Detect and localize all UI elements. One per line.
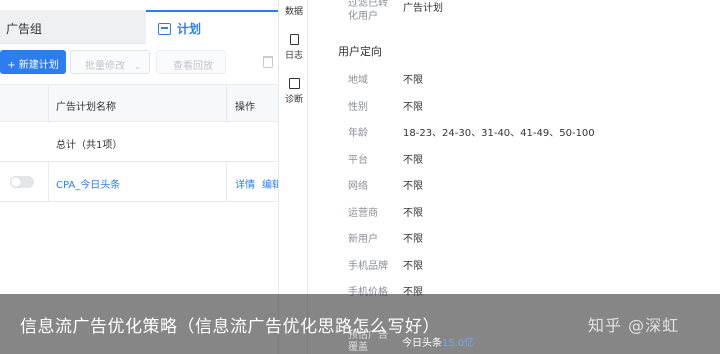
strip-item-log[interactable]: 日志 — [279, 34, 309, 61]
field-value: 不限 — [403, 208, 423, 219]
estimate-value-prefix: 今日头条 — [402, 338, 442, 349]
view-report-label: 查看回放 — [173, 61, 213, 72]
field-value: 不限 — [403, 102, 423, 113]
field-label: 网络 — [348, 181, 368, 192]
tab-bar: 广告组 计划 — [0, 10, 278, 44]
plan-status-toggle[interactable] — [10, 176, 34, 188]
field-value: 不限 — [403, 75, 423, 86]
field-value: 不限 — [403, 155, 423, 166]
article-title: 信息流广告优化策略（信息流广告优化思路怎么写好） — [20, 317, 440, 337]
strip-data-label: 数据 — [284, 7, 303, 17]
header-action: 操作 — [235, 102, 255, 113]
chart-icon — [288, 78, 300, 89]
book-icon — [289, 34, 299, 45]
tab-ad-group[interactable]: 广告组 — [0, 10, 146, 44]
estimate-value-num: 15.0亿 — [442, 338, 475, 349]
view-report-button[interactable]: 查看回放 — [156, 50, 226, 74]
field-label: 性别 — [348, 102, 368, 113]
detail-link[interactable]: 详情 — [235, 176, 255, 191]
strip-log-label: 日志 — [284, 51, 303, 61]
field-value: 不限 — [403, 261, 423, 272]
tab-ad-group-label: 广告组 — [6, 22, 43, 36]
strip-item-data[interactable]: 数据 — [279, 4, 309, 17]
section-title-targeting: 用户定向 — [338, 45, 382, 58]
filter-label: 过滤已转 化用户 — [348, 0, 388, 23]
field-label: 运营商 — [348, 208, 378, 219]
chevron-down-icon: ⌄ — [134, 62, 141, 71]
filter-label-line2: 化用户 — [348, 11, 378, 22]
field-label: 手机品牌 — [348, 261, 388, 272]
table-header: 广告计划名称 操作 — [0, 84, 278, 123]
table-row[interactable]: CPA_今日头条 详情 编辑 — [0, 162, 282, 202]
estimate-label-line2: 覆盖 — [348, 342, 368, 353]
table-row-total: 总计（共1项） — [0, 122, 278, 162]
field-value: 18-23、24-30、31-40、41-49、50-100 — [403, 128, 595, 139]
field-value: 不限 — [403, 181, 423, 192]
filter-label-line1: 过滤已转 — [348, 0, 388, 9]
field-label: 新用户 — [348, 234, 378, 245]
batch-edit-label: 批量修改 — [85, 61, 125, 72]
filter-value: 广告计划 — [403, 3, 443, 14]
column-divider — [48, 162, 49, 202]
field-label: 年龄 — [348, 128, 368, 139]
new-plan-button-label: + 新建计划 — [7, 60, 59, 71]
new-plan-button[interactable]: + 新建计划 — [0, 50, 66, 74]
column-divider — [226, 85, 227, 123]
plan-name-link[interactable]: CPA_今日头条 — [56, 176, 120, 191]
watermark-brand: 知乎 @深虹 — [588, 316, 680, 335]
batch-edit-button[interactable]: 批量修改 ⌄ — [70, 50, 150, 74]
column-divider — [48, 85, 49, 123]
calendar-icon — [158, 23, 171, 35]
tab-plan-label: 计划 — [177, 22, 202, 36]
trash-icon[interactable] — [263, 56, 273, 68]
tab-plan[interactable]: 计划 — [146, 10, 278, 44]
column-divider — [226, 162, 227, 202]
title-overlay: 预估广告 覆盖 今日头条15.0亿 信息流广告优化策略（信息流广告优化思路怎么写… — [0, 294, 720, 354]
field-label: 地域 — [348, 75, 368, 86]
strip-diagnosis-label: 诊断 — [284, 95, 303, 105]
strip-item-diagnosis[interactable]: 诊断 — [279, 78, 309, 105]
header-plan-name[interactable]: 广告计划名称 — [56, 98, 116, 113]
field-label: 平台 — [348, 155, 368, 166]
total-label: 总计（共1项） — [56, 140, 123, 151]
field-value: 不限 — [403, 234, 423, 245]
